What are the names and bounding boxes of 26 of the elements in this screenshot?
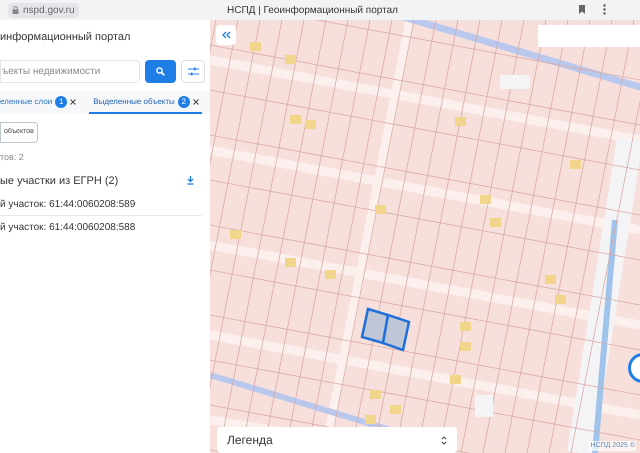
search-button[interactable]: [145, 60, 176, 83]
lock-icon: [12, 6, 19, 14]
tab[interactable]: Выделенные объекты 2: [89, 91, 202, 114]
sliders-icon: [188, 67, 198, 76]
page-title: НСПД | Геоинформационный портал: [227, 4, 398, 18]
close-icon[interactable]: [192, 98, 199, 104]
close-icon[interactable]: [70, 98, 76, 104]
search-icon: [156, 67, 165, 76]
parcel-item[interactable]: й участок: 61:44:0060208:589: [0, 193, 202, 216]
count-badge: 1: [55, 96, 68, 108]
panel-title: информационный портал: [0, 30, 132, 44]
double-chevron-icon: [222, 31, 230, 39]
sort-chevrons-icon: [441, 436, 447, 444]
more-icon[interactable]: [603, 4, 606, 15]
bookmark-icon[interactable]: [579, 5, 585, 14]
legend-dropdown[interactable]: Легенда: [217, 427, 457, 453]
count-badge: 2: [178, 96, 190, 108]
group-title: ые участки из ЕГРН (2): [0, 174, 118, 188]
address-field[interactable]: nspd.gov.ru: [8, 2, 79, 18]
parcel-item[interactable]: й участок: 61:44:0060208:588: [0, 216, 202, 239]
download-icon[interactable]: [187, 176, 194, 186]
objects-count: тов: 2: [0, 151, 25, 164]
tab[interactable]: еленные слои 1: [0, 91, 80, 114]
filter-button[interactable]: [181, 60, 205, 83]
search-field[interactable]: ъекты недвижимости: [0, 60, 140, 83]
collapse-button[interactable]: [216, 25, 236, 45]
